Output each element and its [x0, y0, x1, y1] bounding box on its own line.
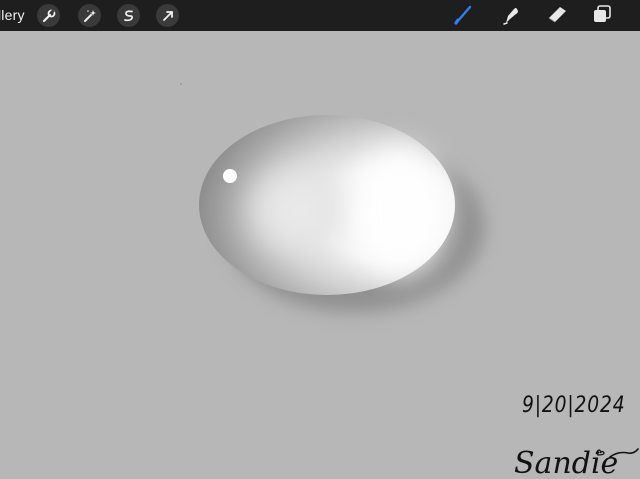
layers-icon — [591, 3, 613, 30]
brush-tool-button[interactable] — [452, 4, 476, 28]
brush-icon — [453, 3, 475, 30]
signature: Sandie — [514, 446, 639, 479]
transform-arrow-icon — [161, 9, 175, 23]
wrench-icon — [42, 8, 56, 23]
top-toolbar: llery — [0, 0, 640, 31]
drawing-canvas[interactable]: 9|20|2024 Sandie — [0, 31, 640, 479]
smudge-tool-button[interactable] — [498, 4, 522, 28]
layers-button[interactable] — [590, 4, 614, 28]
canvas-speck — [180, 83, 182, 85]
adjustments-button[interactable] — [78, 4, 101, 27]
gallery-button[interactable]: llery — [0, 7, 25, 23]
smudge-icon — [499, 3, 521, 30]
eraser-tool-button[interactable] — [545, 4, 569, 28]
droplet-inner-glow — [240, 157, 360, 261]
eraser-icon — [546, 3, 568, 30]
droplet-highlight — [223, 169, 237, 183]
magic-wand-icon — [83, 9, 97, 23]
selection-icon — [122, 9, 136, 23]
date-annotation: 9|20|2024 — [522, 393, 626, 418]
actions-button[interactable] — [37, 4, 60, 27]
selection-button[interactable] — [117, 4, 140, 27]
transform-button[interactable] — [156, 4, 179, 27]
droplet-bright-lobe — [352, 145, 448, 277]
